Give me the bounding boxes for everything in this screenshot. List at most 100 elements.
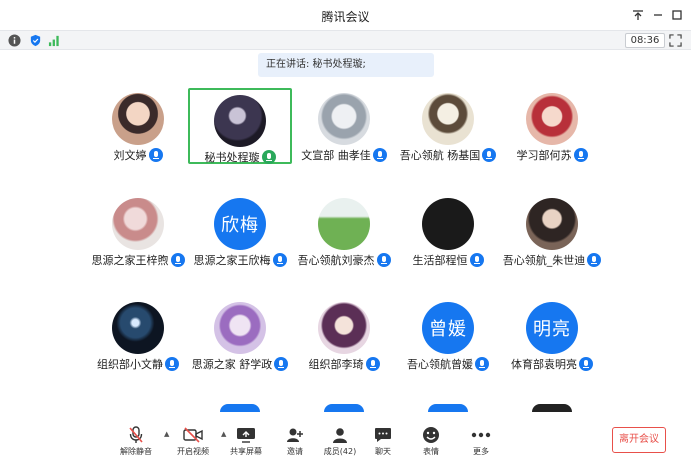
participant-name: 学习部何苏 (516, 149, 572, 162)
emoji-label: 表情 (423, 447, 439, 456)
participant-tile[interactable]: 文宣部 曲孝佳 (292, 88, 396, 164)
members-button[interactable]: 成员(42) (318, 426, 362, 460)
participant-name: 组织部李琦 (308, 358, 364, 371)
participant-tile[interactable]: 秘书处程璇 (188, 88, 292, 164)
pin-icon[interactable] (630, 7, 646, 23)
chat-icon (361, 426, 405, 444)
participant-tile[interactable]: 组织部李琦 (292, 297, 396, 373)
participant-name: 生活部程恒 (412, 254, 468, 267)
avatar (318, 198, 370, 250)
participant-tile[interactable]: 吾心领航_朱世迪 (500, 193, 604, 269)
share-screen-button[interactable]: 共享屏幕 (224, 426, 268, 460)
avatar (422, 198, 474, 250)
participant-name-row: 吾心领航_朱世迪 (490, 252, 614, 268)
minimize-icon[interactable] (650, 7, 666, 23)
participant-name: 思源之家 舒学政 (191, 358, 273, 371)
mic-options-caret[interactable]: ▲ (164, 430, 169, 438)
speaking-banner: 正在讲话: 秘书处程璇; (258, 53, 434, 77)
partial-avatar (428, 404, 468, 412)
participant-tile[interactable]: 明亮 体育部袁明亮 (500, 297, 604, 373)
status-bar: 08:36 (0, 30, 691, 50)
mic-status-icon (587, 253, 602, 267)
share-screen-label: 共享屏幕 (230, 447, 262, 456)
maximize-icon[interactable] (669, 7, 685, 23)
camera-off-icon (171, 426, 215, 444)
participant-name: 吾心领航刘豪杰 (297, 254, 375, 267)
partial-avatar (324, 404, 364, 412)
mic-status-icon (372, 148, 387, 162)
mic-status-icon (365, 357, 380, 371)
participant-tile[interactable]: 刘文婷 (86, 88, 190, 164)
participant-tile[interactable]: 吾心领航刘豪杰 (292, 193, 396, 269)
participant-tile[interactable]: 思源之家王梓煦 (86, 193, 190, 269)
mic-status-icon (573, 148, 588, 162)
partial-avatar (532, 404, 572, 412)
participant-name: 思源之家王欣梅 (193, 254, 271, 267)
participant-tile[interactable]: 生活部程恒 (396, 193, 500, 269)
close-icon[interactable] (686, 7, 691, 23)
avatar (422, 93, 474, 145)
avatar (112, 302, 164, 354)
info-icon[interactable] (8, 34, 21, 47)
more-button[interactable]: 更多 (459, 426, 503, 460)
participant-name-row: 体育部袁明亮 (490, 356, 614, 372)
meeting-timer: 08:36 (625, 33, 665, 48)
participant-tile[interactable]: 思源之家 舒学政 (188, 297, 292, 373)
emoji-button[interactable]: 表情 (409, 426, 453, 460)
share-screen-icon (224, 426, 268, 444)
participant-tile[interactable]: 组织部小文静 (86, 297, 190, 373)
mic-status-icon (579, 357, 593, 371)
invite-label: 邀请 (287, 447, 303, 456)
participant-name: 思源之家王梓煦 (91, 254, 169, 267)
mic-muted-icon (114, 426, 158, 444)
smiley-icon (409, 426, 453, 444)
avatar (526, 93, 578, 145)
members-label: 成员(42) (323, 447, 357, 456)
mic-status-icon (148, 148, 163, 162)
participant-name: 刘文婷 (113, 149, 147, 162)
mic-status-icon (469, 253, 484, 267)
partial-avatar (220, 404, 260, 412)
chat-button[interactable]: 聊天 (361, 426, 405, 460)
members-icon (318, 426, 362, 444)
chat-label: 聊天 (375, 447, 391, 456)
participant-name: 吾心领航曾媛 (407, 358, 473, 371)
participant-name: 吾心领航 杨基国 (399, 149, 481, 162)
participant-tile[interactable]: 吾心领航 杨基国 (396, 88, 500, 164)
avatar: 欣梅 (214, 198, 266, 250)
avatar (214, 302, 266, 354)
participant-name: 文宣部 曲孝佳 (301, 149, 371, 162)
participant-name: 秘书处程璇 (204, 151, 260, 164)
unmute-label: 解除静音 (120, 447, 152, 456)
leave-meeting-button[interactable]: 离开会议 (612, 427, 666, 453)
mic-status-icon (475, 357, 489, 371)
avatar (112, 198, 164, 250)
shield-icon[interactable] (29, 34, 42, 47)
participant-tile[interactable]: 学习部何苏 (500, 88, 604, 164)
meeting-toolbar: 解除静音 ▲ 开启视频 ▲ 共享屏幕 邀请 成员(42) 聊天 表情 更多 (0, 420, 691, 461)
invite-button[interactable]: 邀请 (273, 426, 317, 460)
participant-tile[interactable]: 欣梅思源之家王欣梅 (188, 193, 292, 269)
unmute-button[interactable]: 解除静音 (114, 426, 158, 460)
title-bar: 腾讯会议 (0, 0, 691, 30)
start-video-label: 开启视频 (177, 447, 209, 456)
window-title: 腾讯会议 (321, 10, 370, 24)
avatar: 曾媛 (422, 302, 474, 354)
avatar (318, 302, 370, 354)
mic-status-icon (261, 150, 276, 164)
avatar (214, 95, 266, 147)
add-user-icon (273, 426, 317, 444)
participant-tile[interactable]: 曾媛吾心领航曾媛 (396, 297, 500, 373)
more-label: 更多 (473, 447, 489, 456)
start-video-button[interactable]: 开启视频 (171, 426, 215, 460)
avatar: 明亮 (526, 302, 578, 354)
avatar (526, 198, 578, 250)
participant-name: 组织部小文静 (97, 358, 163, 371)
avatar (112, 93, 164, 145)
more-dots-icon (459, 426, 503, 444)
mic-status-icon (165, 357, 179, 371)
fullscreen-icon[interactable] (669, 34, 682, 47)
signal-icon[interactable] (48, 34, 61, 47)
participant-name-row: 学习部何苏 (490, 147, 614, 163)
avatar (318, 93, 370, 145)
